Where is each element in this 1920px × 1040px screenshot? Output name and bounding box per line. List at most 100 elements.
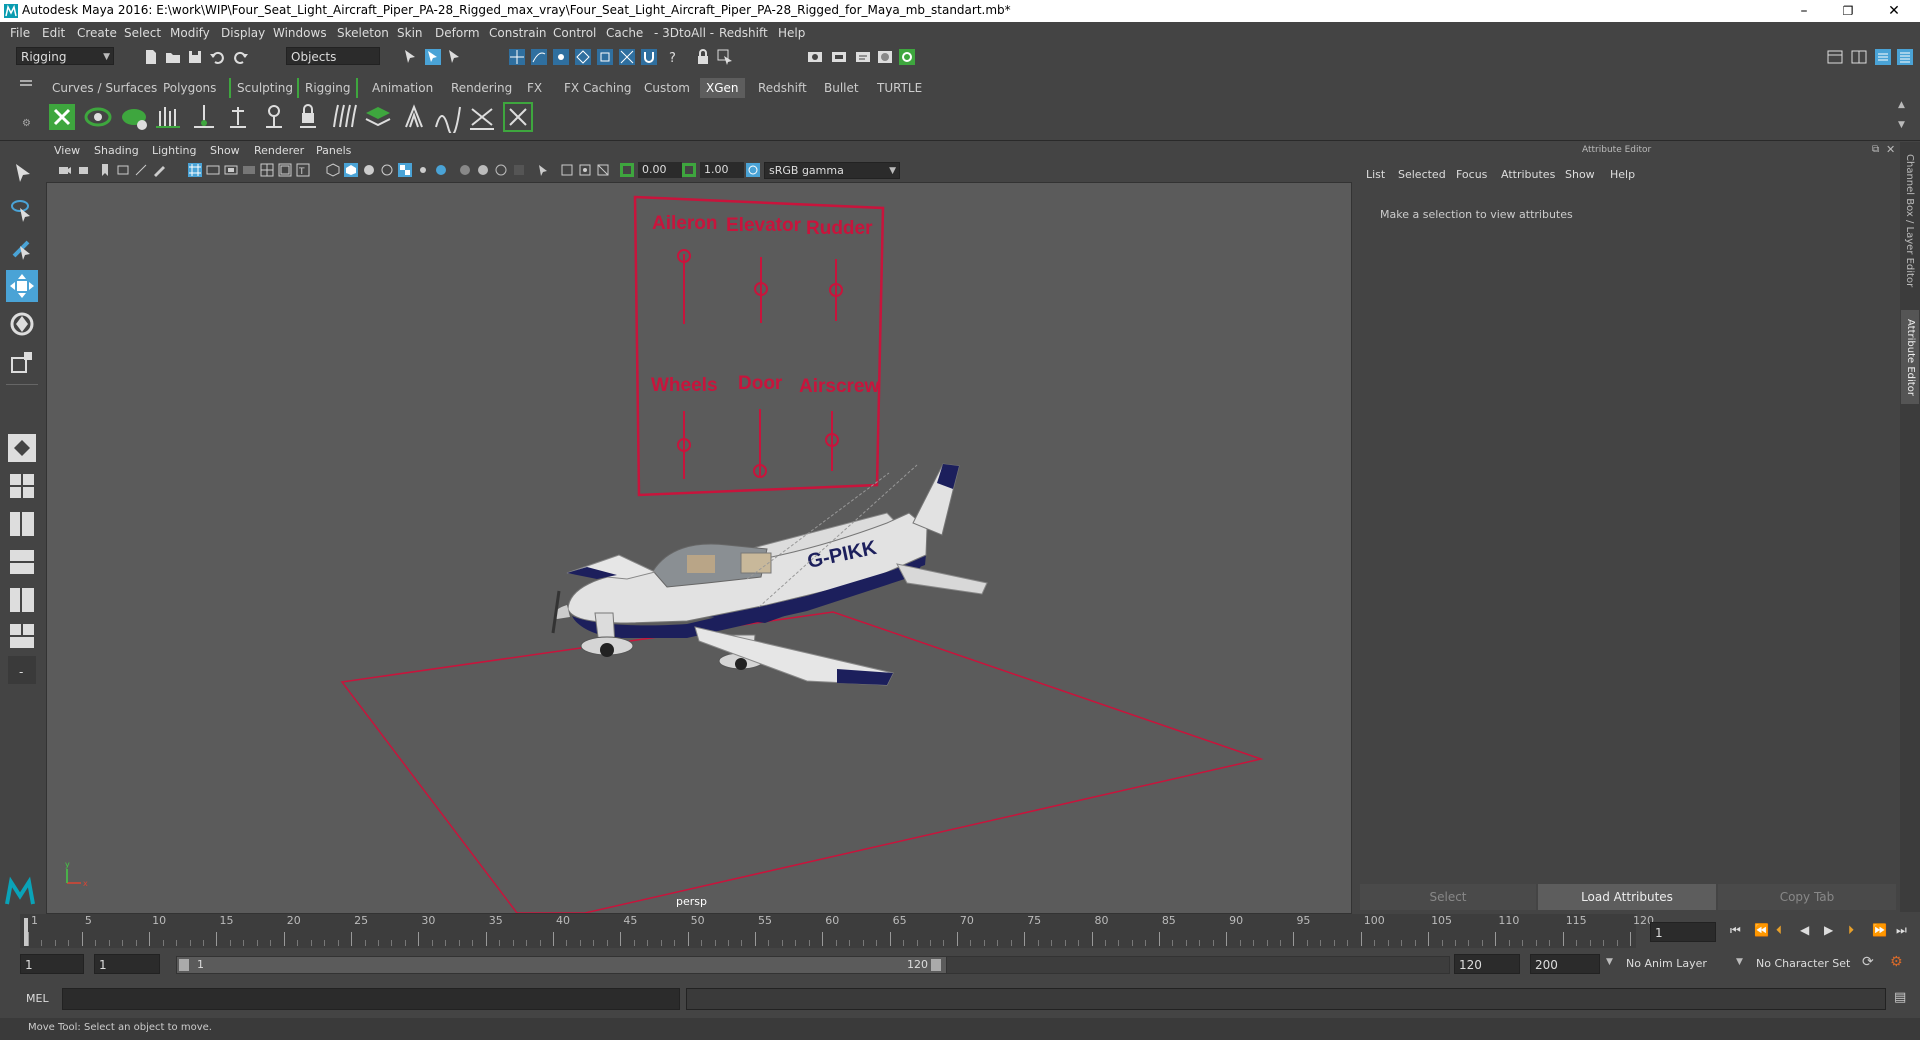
gamma-icon[interactable] bbox=[682, 163, 696, 177]
xgen-grooming-icon[interactable] bbox=[152, 101, 184, 133]
step-forward-frame-icon[interactable]: ⏵ bbox=[1848, 923, 1854, 938]
wireframe-icon[interactable] bbox=[326, 163, 340, 177]
menu-help[interactable]: Help bbox=[778, 26, 805, 40]
help-query-icon[interactable]: ? bbox=[664, 48, 682, 66]
use-all-lights-icon[interactable] bbox=[416, 163, 430, 177]
snap-grid-icon[interactable] bbox=[508, 48, 526, 66]
grid-toggle-icon[interactable] bbox=[188, 163, 202, 177]
panel-menu-renderer[interactable]: Renderer bbox=[254, 144, 304, 157]
gate-mask-icon[interactable] bbox=[242, 163, 256, 177]
xray-components-icon[interactable] bbox=[596, 163, 610, 177]
xgen-description-icon[interactable] bbox=[118, 101, 150, 133]
range-slider-bar[interactable]: 1 120 bbox=[176, 956, 948, 974]
new-scene-icon[interactable] bbox=[142, 48, 160, 66]
menu-modify[interactable]: Modify bbox=[170, 26, 210, 40]
camera-icon[interactable] bbox=[58, 163, 72, 177]
float-panel-icon[interactable]: ⧉ bbox=[1872, 144, 1879, 155]
undo-icon[interactable] bbox=[208, 48, 226, 66]
select-highlight-icon[interactable] bbox=[716, 48, 734, 66]
time-slider-track[interactable]: 1 5 10 15 20 25 30 35 40 45 50 55 60 65 70 75 80 85 90 95 10… bbox=[20, 914, 1654, 948]
single-perspective-view-icon[interactable] bbox=[6, 432, 38, 464]
select-by-object-icon[interactable] bbox=[424, 48, 442, 66]
panel-menu-show[interactable]: Show bbox=[210, 144, 240, 157]
playback-start-field[interactable]: 1 bbox=[94, 954, 160, 974]
lock-icon[interactable] bbox=[694, 48, 712, 66]
film-gate-icon[interactable] bbox=[206, 163, 220, 177]
tab-turtle[interactable]: TURTLE bbox=[871, 78, 928, 98]
redo-icon[interactable] bbox=[232, 48, 250, 66]
toolbox-more-icon[interactable]: - bbox=[6, 654, 38, 686]
step-forward-key-icon[interactable]: ⏩ bbox=[1872, 923, 1887, 937]
xgen-cut-icon[interactable] bbox=[466, 101, 498, 133]
four-view-layout-icon[interactable] bbox=[6, 470, 38, 502]
outliner-layout-icon[interactable] bbox=[6, 620, 38, 652]
open-scene-icon[interactable] bbox=[164, 48, 182, 66]
2d-pan-zoom-icon[interactable] bbox=[134, 163, 148, 177]
wireframe-on-shaded-icon[interactable] bbox=[380, 163, 394, 177]
xgen-coil-icon[interactable] bbox=[502, 101, 534, 133]
step-back-frame-icon[interactable]: ⏴ bbox=[1776, 923, 1782, 938]
menu-select[interactable]: Select bbox=[124, 26, 161, 40]
workspace-icon[interactable] bbox=[1826, 48, 1844, 66]
chevron-down-icon[interactable]: ▼ bbox=[1736, 957, 1743, 967]
lasso-tool-icon[interactable] bbox=[6, 194, 38, 226]
ae-menu-focus[interactable]: Focus bbox=[1456, 168, 1487, 181]
menu-skeleton[interactable]: Skeleton bbox=[337, 26, 389, 40]
gamma-field[interactable]: 1.00 bbox=[700, 162, 744, 178]
view-transform-dropdown[interactable]: sRGB gamma ▼ bbox=[764, 162, 900, 179]
redshift-render-icon[interactable] bbox=[898, 48, 916, 66]
snap-magnet-icon[interactable] bbox=[640, 48, 658, 66]
aircraft-piper-pa28[interactable]: G-PIKK bbox=[551, 463, 988, 686]
use-default-material-icon[interactable] bbox=[362, 163, 376, 177]
panel-menu-panels[interactable]: Panels bbox=[316, 144, 351, 157]
ae-copy-tab-button[interactable]: Copy Tab bbox=[1718, 884, 1896, 910]
xgen-clump-icon[interactable] bbox=[398, 101, 430, 133]
rotate-tool-icon[interactable] bbox=[6, 308, 38, 340]
smooth-shade-icon[interactable] bbox=[344, 163, 358, 177]
menu-3dtoall[interactable]: - 3DtoAll - bbox=[654, 26, 714, 40]
playback-end-field[interactable]: 120 bbox=[1454, 954, 1520, 974]
anti-aliasing-icon[interactable] bbox=[494, 163, 508, 177]
isolate-select-icon[interactable] bbox=[536, 163, 550, 177]
xgen-layers-icon[interactable] bbox=[362, 101, 394, 133]
xgen-hair-guides-icon[interactable] bbox=[328, 101, 360, 133]
play-backwards-icon[interactable]: ◀ bbox=[1800, 923, 1809, 937]
go-to-start-icon[interactable]: ⏮ bbox=[1730, 923, 1741, 938]
panel-menu-lighting[interactable]: Lighting bbox=[152, 144, 196, 157]
render-frame-icon[interactable] bbox=[806, 48, 824, 66]
selection-mask-dropdown[interactable]: Objects bbox=[286, 47, 380, 65]
command-input[interactable] bbox=[62, 988, 680, 1010]
close-panel-icon[interactable]: ✕ bbox=[1886, 143, 1895, 156]
minimize-button[interactable]: – bbox=[1782, 0, 1826, 22]
tab-fx[interactable]: FX bbox=[521, 78, 548, 98]
shelf-scroll-up-icon[interactable]: ▲ bbox=[1898, 100, 1905, 110]
move-tool-icon[interactable] bbox=[6, 270, 38, 302]
shelf-menu-icon[interactable] bbox=[20, 80, 32, 82]
hypershade-layout-icon[interactable] bbox=[6, 584, 38, 616]
rig-control-panel[interactable]: Aileron Elevator Rudder Wheels Door Airs… bbox=[633, 195, 885, 497]
menu-cache[interactable]: Cache bbox=[606, 26, 643, 40]
save-scene-icon[interactable] bbox=[186, 48, 204, 66]
paint-select-tool-icon[interactable] bbox=[6, 232, 38, 264]
exposure-field[interactable]: 0.00 bbox=[638, 162, 682, 178]
tab-xgen[interactable]: XGen bbox=[700, 78, 745, 98]
xgen-add-guide-icon[interactable] bbox=[222, 101, 254, 133]
shadows-icon[interactable] bbox=[434, 163, 448, 177]
select-tool-icon[interactable] bbox=[6, 158, 38, 190]
go-to-end-icon[interactable]: ⏭ bbox=[1896, 923, 1907, 938]
menu-skin[interactable]: Skin bbox=[397, 26, 423, 40]
tab-curves-surfaces[interactable]: Curves / Surfaces bbox=[46, 78, 163, 98]
ae-menu-show[interactable]: Show bbox=[1565, 168, 1595, 181]
camera-attributes-icon[interactable] bbox=[78, 163, 92, 177]
play-forwards-icon[interactable]: ▶ bbox=[1824, 923, 1833, 937]
depth-of-field-icon[interactable] bbox=[512, 163, 526, 177]
perspective-viewport[interactable]: Aileron Elevator Rudder Wheels Door Airs… bbox=[46, 182, 1352, 914]
image-plane-icon[interactable] bbox=[116, 163, 130, 177]
ae-select-button[interactable]: Select bbox=[1360, 884, 1536, 910]
grease-pencil-icon[interactable] bbox=[152, 163, 166, 177]
attribute-editor-tab[interactable]: Attribute Editor bbox=[1901, 310, 1919, 404]
toggle-channel-box-icon[interactable] bbox=[1896, 48, 1914, 66]
xgen-editor-icon[interactable] bbox=[46, 101, 78, 133]
command-language-label[interactable]: MEL bbox=[26, 992, 49, 1005]
xray-icon[interactable] bbox=[560, 163, 574, 177]
